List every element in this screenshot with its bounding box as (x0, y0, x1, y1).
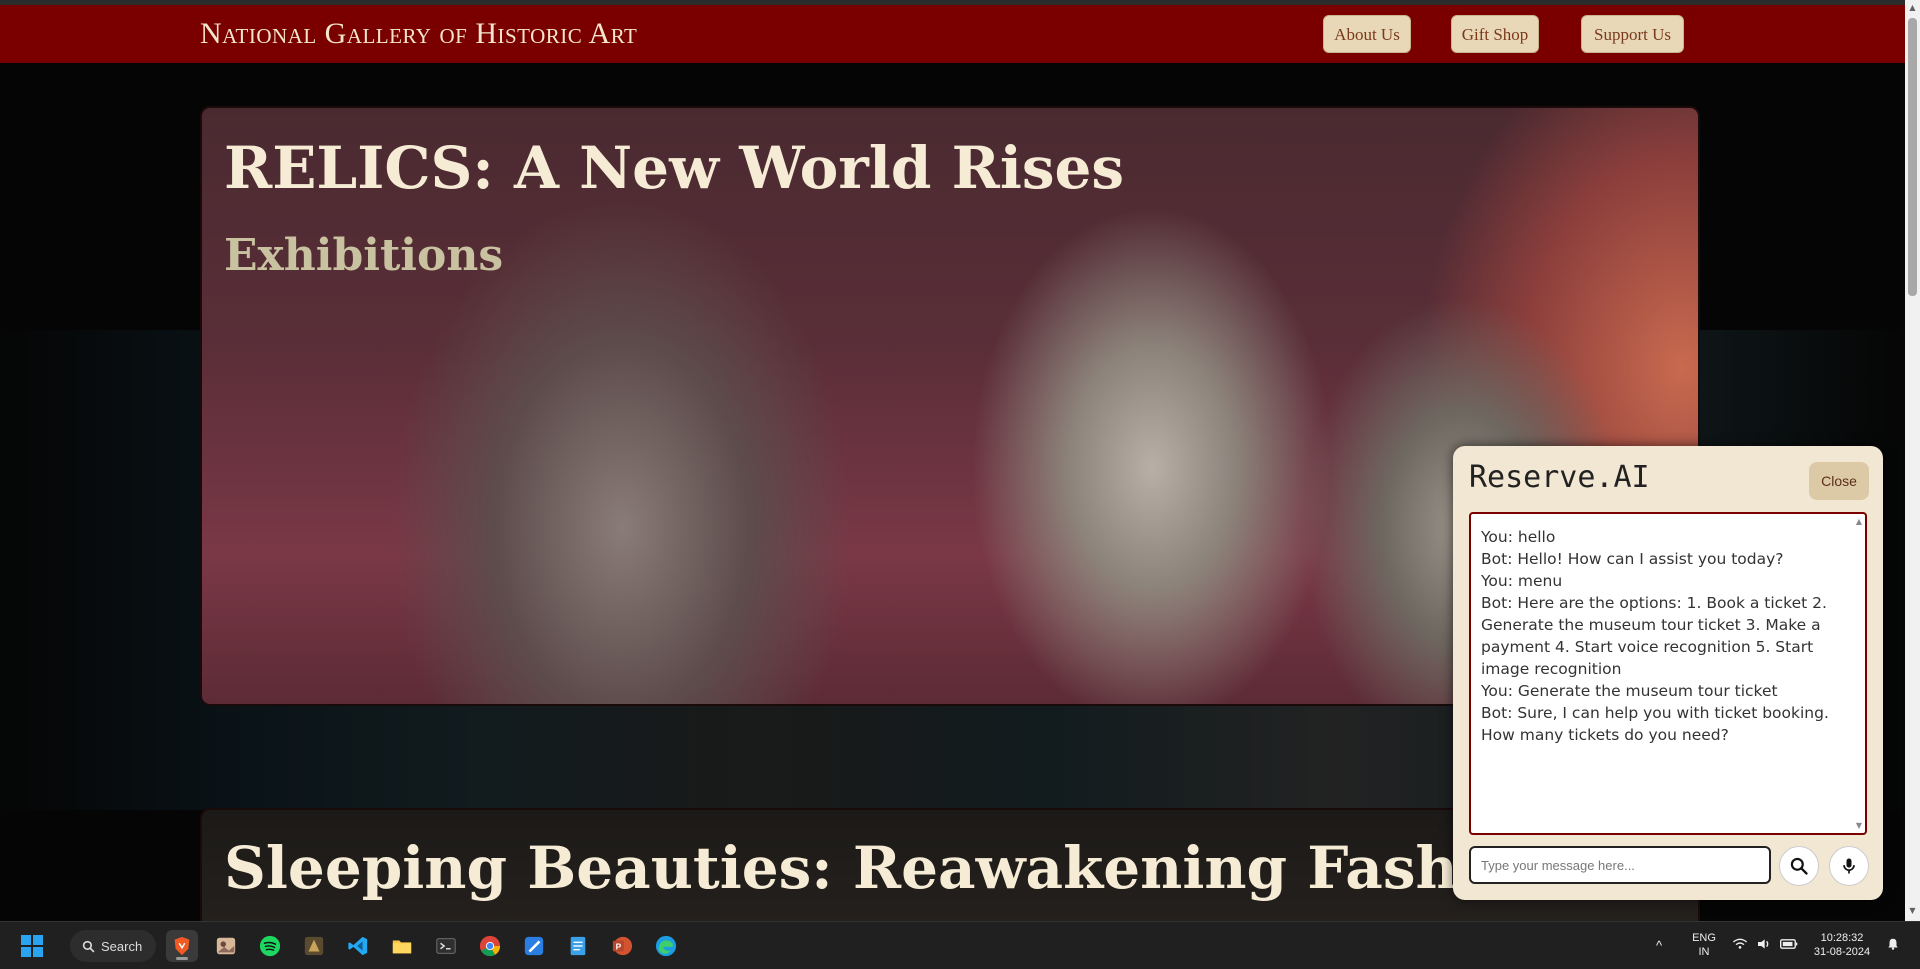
nav-support-us-button[interactable]: Support Us (1581, 15, 1684, 53)
chat-message: You: hello (1481, 528, 1556, 546)
terminal-icon[interactable] (430, 930, 462, 962)
edge-icon[interactable] (650, 930, 682, 962)
chrome-icon[interactable] (474, 930, 506, 962)
brave-browser-icon[interactable] (166, 930, 198, 962)
battery-icon[interactable] (1780, 937, 1798, 955)
clock-time: 10:28:32 (1820, 932, 1864, 944)
chat-voice-button[interactable] (1829, 846, 1869, 886)
site-title[interactable]: National Gallery of Historic Art (200, 17, 637, 51)
chevron-up-icon[interactable]: ^ (1656, 939, 1662, 953)
vscode-icon[interactable] (342, 930, 374, 962)
log-scroll-up-icon[interactable]: ▲ (1856, 517, 1862, 526)
paint-app-icon[interactable] (518, 930, 550, 962)
chatbot-title: Reserve.AI (1469, 460, 1650, 495)
scroll-thumb[interactable] (1908, 18, 1917, 296)
chat-send-button[interactable] (1779, 846, 1819, 886)
taskbar: Search P ^ ENG IN 10:28:32 31-08-2024 (0, 921, 1920, 969)
notepad-icon[interactable] (562, 930, 594, 962)
chat-log[interactable]: You: hello Bot: Hello! How can I assist … (1469, 512, 1867, 835)
scroll-down-arrow-icon[interactable]: ▼ (1908, 906, 1917, 916)
log-scroll-down-icon[interactable]: ▼ (1856, 821, 1862, 830)
exhibition-title: Sleeping Beauties: Reawakening Fashion (224, 834, 1561, 902)
svg-text:P: P (616, 943, 622, 952)
volume-icon[interactable] (1756, 937, 1772, 955)
taskbar-search[interactable]: Search (70, 930, 156, 962)
windows-start-icon[interactable] (16, 930, 48, 962)
nav-gift-shop-button[interactable]: Gift Shop (1451, 15, 1539, 53)
active-indicator (176, 957, 188, 960)
notification-bell-icon[interactable] (1886, 937, 1900, 955)
exhibition-subtitle: Exhibitions (224, 230, 504, 281)
search-icon (82, 940, 95, 952)
photos-app-icon[interactable] (210, 930, 242, 962)
chat-message: Bot: Hello! How can I assist you today? (1481, 550, 1784, 568)
game-app-icon[interactable] (298, 930, 330, 962)
chat-message: Bot: Sure, I can help you with ticket bo… (1481, 704, 1829, 744)
page-scrollbar[interactable]: ▲ ▼ (1905, 0, 1920, 921)
file-explorer-icon[interactable] (386, 930, 418, 962)
clock-date: 31-08-2024 (1813, 946, 1871, 958)
nav-about-us-button[interactable]: About Us (1323, 15, 1411, 53)
search-icon (1790, 857, 1808, 875)
microphone-icon (1843, 858, 1855, 874)
chat-message: You: menu (1481, 572, 1563, 590)
clock[interactable]: 10:28:32 31-08-2024 (1806, 931, 1878, 959)
chat-close-button[interactable]: Close (1809, 462, 1869, 500)
taskbar-search-label: Search (101, 938, 143, 954)
region-code: IN (1698, 946, 1710, 958)
wifi-icon[interactable] (1732, 937, 1748, 953)
exhibition-title: RELICS: A New World Rises (224, 134, 1125, 202)
spotify-icon[interactable] (254, 930, 286, 962)
chat-message: You: Generate the museum tour ticket (1481, 682, 1778, 700)
powerpoint-icon[interactable]: P (606, 930, 638, 962)
scroll-up-arrow-icon[interactable]: ▲ (1908, 3, 1917, 13)
site-header: National Gallery of Historic Art About U… (0, 5, 1905, 63)
chatbot-panel: Reserve.AI Close You: hello Bot: Hello! … (1453, 446, 1883, 900)
chat-message-input[interactable] (1469, 846, 1771, 884)
language-code: ENG (1692, 932, 1716, 944)
chat-message: Bot: Here are the options: 1. Book a tic… (1481, 594, 1827, 678)
language-indicator[interactable]: ENG IN (1690, 931, 1718, 959)
